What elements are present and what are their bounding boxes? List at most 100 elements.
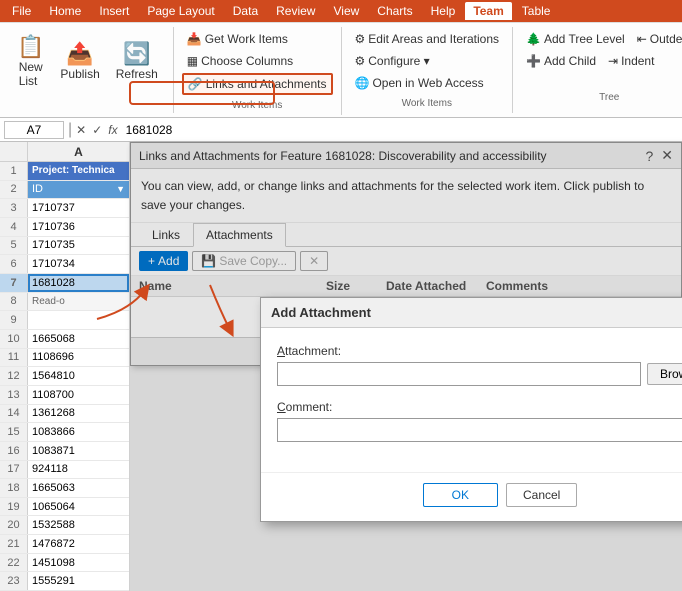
ribbon-group-new: 📋 NewList 📤 Publish 🔄 Refresh	[2, 27, 174, 113]
insert-function-icon[interactable]: fx	[108, 123, 117, 137]
choose-columns-button[interactable]: ▦ Choose Columns	[182, 51, 298, 71]
name-box[interactable]	[4, 121, 64, 139]
table-row: 8Read-o	[0, 293, 129, 312]
table-row: 1 Project: Technica	[0, 162, 129, 181]
outdent-label: Outdent	[650, 32, 682, 46]
open-web-access-button[interactable]: 🌐 Open in Web Access	[350, 73, 489, 93]
add-tree-level-button[interactable]: 🌲 Add Tree Level	[521, 29, 630, 49]
attachment-label-rest: ttachment:	[285, 344, 341, 358]
configure-icon: ⚙	[355, 54, 366, 68]
new-list-button[interactable]: 📋 NewList	[10, 29, 51, 93]
edit-areas-button[interactable]: ⚙ Edit Areas and Iterations	[350, 29, 505, 49]
menu-file[interactable]: File	[4, 2, 39, 20]
ribbon: 📋 NewList 📤 Publish 🔄 Refresh 📥 Get	[0, 22, 682, 118]
ribbon-group-work-items: 📥 Get Work Items ▦ Choose Columns 🔗 Link…	[174, 27, 342, 115]
ribbon-content: 📋 NewList 📤 Publish 🔄 Refresh 📥 Get	[0, 22, 682, 117]
table-row: 51710735	[0, 237, 129, 256]
add-child-button[interactable]: ➕ Add Child	[521, 51, 601, 71]
comment-label-rest: omment:	[286, 400, 333, 414]
table-row: 161083871	[0, 442, 129, 461]
add-tree-label: Add Tree Level	[544, 32, 625, 46]
dialog-footer: OK Cancel	[261, 472, 682, 521]
table-row: 41710736	[0, 218, 129, 237]
outdent-button[interactable]: ⇤ Outdent	[632, 29, 682, 49]
browse-button[interactable]: Browse...	[647, 363, 682, 385]
publish-button[interactable]: 📤 Publish	[53, 36, 106, 86]
menu-home[interactable]: Home	[41, 2, 89, 20]
menu-page-layout[interactable]: Page Layout	[139, 2, 222, 20]
configure-label: Configure ▾	[368, 54, 429, 68]
attachment-input-row: Browse...	[277, 362, 682, 386]
indent-button[interactable]: ⇥ Indent	[603, 51, 659, 71]
new-list-icon: 📋	[17, 34, 44, 60]
refresh-label: Refresh	[116, 67, 158, 81]
menu-team[interactable]: Team	[465, 2, 511, 20]
table-row: 17924118	[0, 461, 129, 480]
links-attachments-button[interactable]: 🔗 Links and Attachments	[182, 73, 333, 95]
cancel-button[interactable]: Cancel	[506, 483, 577, 507]
table-row: 7 1681028	[0, 274, 129, 293]
menu-help[interactable]: Help	[423, 2, 464, 20]
edit-areas-label: Edit Areas and Iterations	[368, 32, 499, 46]
ok-button[interactable]: OK	[423, 483, 498, 507]
get-work-items-button[interactable]: 📥 Get Work Items	[182, 29, 293, 49]
dialog-header: Add Attachment ? ✕	[261, 298, 682, 328]
formula-bar: | ✕ ✓ fx	[0, 118, 682, 142]
menu-charts[interactable]: Charts	[369, 2, 420, 20]
ribbon-group-label-2: Work Items	[174, 100, 341, 111]
menu-bar: File Home Insert Page Layout Data Review…	[0, 0, 682, 22]
comment-label: Comment:	[277, 400, 682, 414]
ribbon-group-tree: 🌲 Add Tree Level ⇤ Outdent ➕ Add Child ⇥…	[513, 27, 682, 107]
publish-icon: 📤	[66, 41, 93, 67]
table-row: 111108696	[0, 349, 129, 368]
attachment-label: Attachment:	[277, 344, 682, 358]
add-tree-icon: 🌲	[526, 32, 541, 46]
table-row: 101665068	[0, 330, 129, 349]
formula-icons: ✕ ✓ fx	[76, 123, 117, 137]
table-row: 131108700	[0, 386, 129, 405]
open-web-icon: 🌐	[355, 76, 370, 90]
outdent-icon: ⇤	[637, 32, 647, 46]
dialog-title: Add Attachment	[271, 305, 371, 320]
col-header-a: A	[28, 142, 129, 162]
table-row: 191065064	[0, 498, 129, 517]
menu-data[interactable]: Data	[225, 2, 266, 20]
table-row: 211476872	[0, 535, 129, 554]
ribbon-group-configure: ⚙ Edit Areas and Iterations ⚙ Configure …	[342, 27, 514, 113]
table-row: 9	[0, 311, 129, 330]
links-attachments-label: Links and Attachments	[206, 77, 327, 91]
table-row: 201532588	[0, 516, 129, 535]
menu-table[interactable]: Table	[514, 2, 559, 20]
choose-columns-icon: ▦	[187, 54, 198, 68]
comment-input[interactable]	[277, 418, 682, 442]
get-work-items-icon: 📥	[187, 32, 202, 46]
menu-insert[interactable]: Insert	[91, 2, 137, 20]
publish-label: Publish	[60, 67, 99, 81]
main-area: A 1 Project: Technica 2 ID ▼ 31710737 41…	[0, 142, 682, 591]
table-row: 141361268	[0, 405, 129, 424]
formula-input[interactable]	[122, 123, 678, 137]
add-attachment-overlay: Add Attachment ? ✕ Attachment: Browse...	[130, 142, 682, 591]
add-attachment-dialog: Add Attachment ? ✕ Attachment: Browse...	[260, 297, 682, 522]
cancel-formula-icon[interactable]: ✕	[76, 123, 86, 137]
links-attachments-icon: 🔗	[188, 77, 203, 91]
dialog-body: Attachment: Browse... Comment:	[261, 328, 682, 472]
comment-label-c: C	[277, 400, 286, 414]
attachment-input[interactable]	[277, 362, 641, 386]
confirm-formula-icon[interactable]: ✓	[92, 123, 102, 137]
attachment-label-text: A	[277, 344, 285, 358]
new-list-label: NewList	[19, 60, 43, 88]
formula-divider: |	[68, 121, 72, 139]
get-work-items-label: Get Work Items	[205, 32, 288, 46]
comment-field: Comment:	[277, 400, 682, 442]
refresh-button[interactable]: 🔄 Refresh	[109, 36, 165, 86]
menu-view[interactable]: View	[325, 2, 367, 20]
menu-review[interactable]: Review	[268, 2, 323, 20]
spreadsheet: A 1 Project: Technica 2 ID ▼ 31710737 41…	[0, 142, 130, 591]
ribbon-group-label-tree: Tree	[513, 92, 682, 103]
attachment-field: Attachment: Browse...	[277, 344, 682, 386]
indent-icon: ⇥	[608, 54, 618, 68]
table-row: 61710734	[0, 255, 129, 274]
configure-button[interactable]: ⚙ Configure ▾	[350, 51, 435, 71]
ribbon-group-label-3: Work Items	[342, 98, 513, 109]
